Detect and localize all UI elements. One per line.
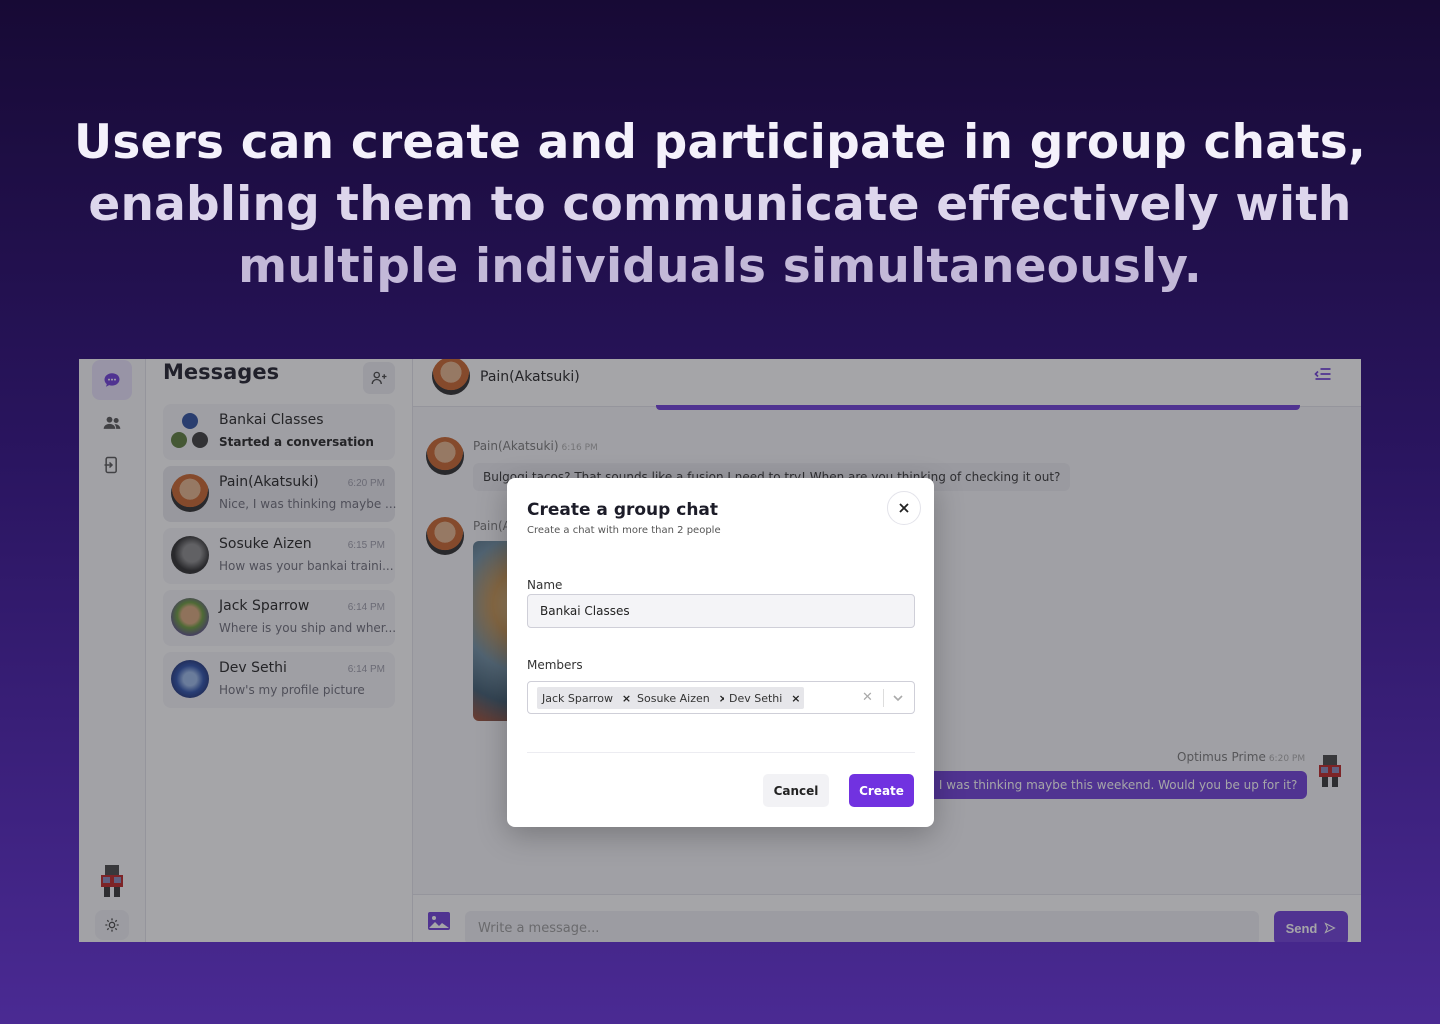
- clear-all-icon[interactable]: ✕: [862, 689, 873, 705]
- marketing-headline: Users can create and participate in grou…: [0, 112, 1440, 298]
- remove-icon: ×: [791, 691, 801, 705]
- close-button[interactable]: [887, 491, 921, 525]
- name-label: Name: [527, 578, 563, 592]
- dialog-title: Create a group chat: [527, 500, 719, 520]
- members-label: Members: [527, 658, 583, 672]
- members-select[interactable]: Jack Sparrow × Sosuke Aizen × Dev Sethi …: [527, 681, 915, 714]
- remove-member-button[interactable]: ×: [787, 687, 804, 709]
- member-tag: Dev Sethi ×: [724, 687, 805, 709]
- member-name: Jack Sparrow: [542, 691, 613, 705]
- dialog-subtitle: Create a chat with more than 2 people: [527, 525, 721, 536]
- close-icon: [899, 503, 909, 513]
- select-separator: [883, 689, 884, 707]
- member-name: Dev Sethi: [729, 691, 783, 705]
- create-button[interactable]: Create: [849, 774, 914, 807]
- chevron-down-icon[interactable]: [892, 691, 904, 709]
- cancel-button[interactable]: Cancel: [763, 774, 829, 807]
- create-group-dialog: Create a group chat Create a chat with m…: [507, 478, 934, 827]
- member-tag: Sosuke Aizen ×: [632, 687, 732, 709]
- headline-line-3: multiple individuals simultaneously.: [238, 239, 1202, 294]
- member-name: Sosuke Aizen: [637, 691, 710, 705]
- group-name-input[interactable]: [527, 594, 915, 628]
- headline-line-1: Users can create and participate in grou…: [73, 115, 1367, 170]
- dialog-divider: [527, 752, 915, 753]
- remove-icon: ×: [621, 691, 632, 705]
- member-tag: Jack Sparrow ×: [537, 687, 635, 709]
- headline-line-2: enabling them to communicate effectively…: [88, 177, 1352, 232]
